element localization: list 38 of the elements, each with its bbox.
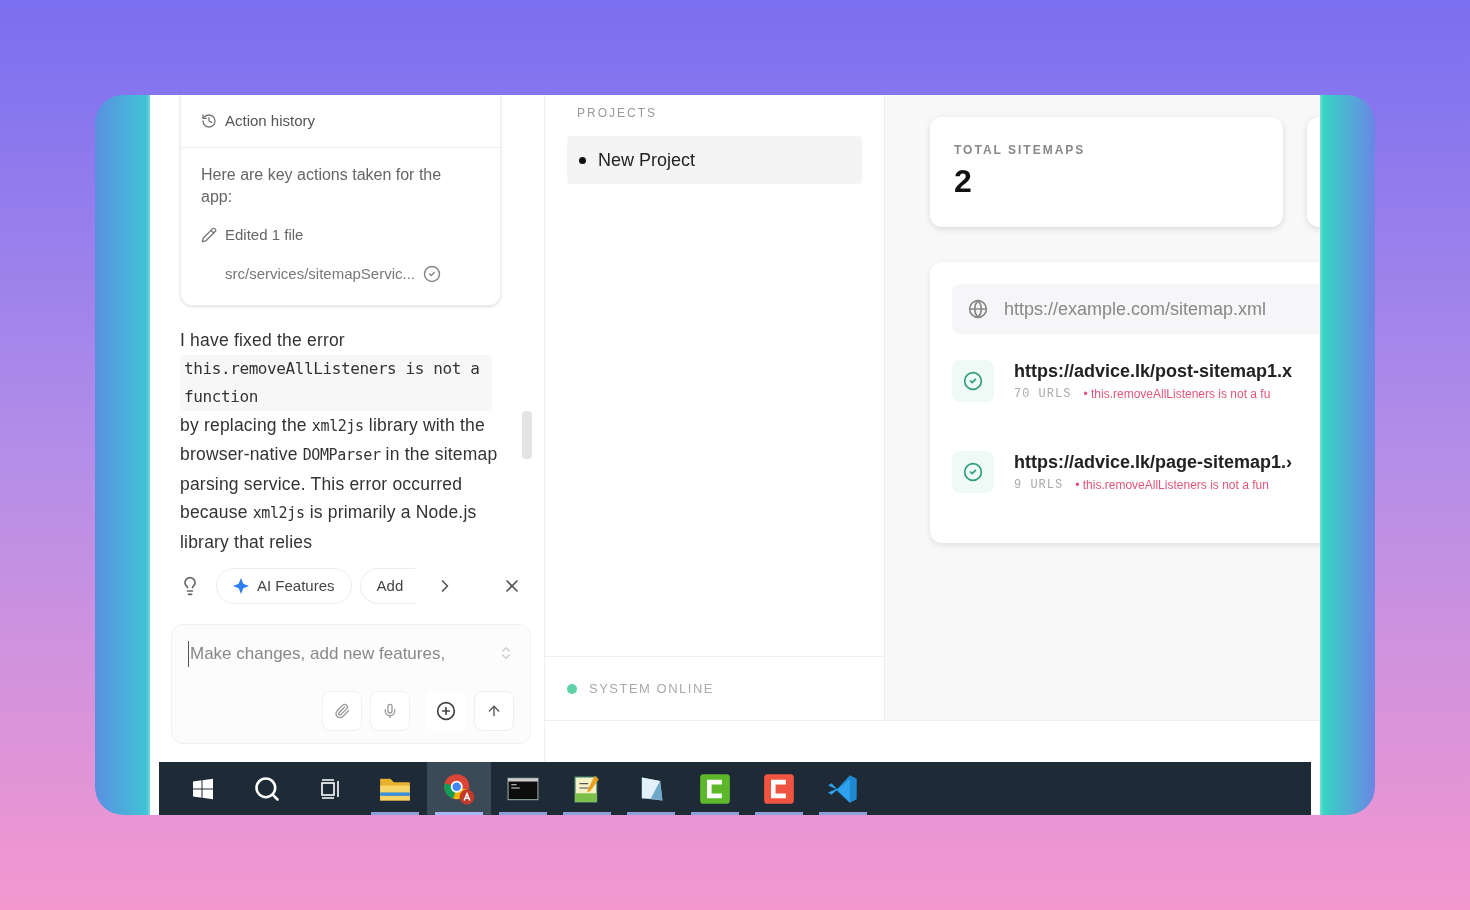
stat-value: 2 xyxy=(954,162,973,201)
paperclip-icon xyxy=(334,703,350,719)
url-count: 70 URLS xyxy=(1014,386,1072,403)
browser-icon xyxy=(443,772,475,805)
check-circle-icon xyxy=(963,370,983,391)
url-input[interactable]: https://example.com/sitemap.xml xyxy=(1004,295,1320,323)
edit-summary: Edited 1 file xyxy=(225,225,304,245)
pencil-icon xyxy=(201,227,217,244)
sitemap-url[interactable]: https://advice.lk/page-sitemap1.› xyxy=(1014,449,1293,476)
stat-label: TOTAL SITEMAPS xyxy=(954,142,1087,159)
project-item[interactable]: New Project xyxy=(567,136,862,184)
video-editor-icon xyxy=(763,772,795,805)
url-field[interactable]: https://example.com/sitemap.xml xyxy=(952,284,1320,334)
card-title: Action history xyxy=(225,110,316,131)
send-button[interactable] xyxy=(474,691,514,731)
globe-icon xyxy=(968,299,988,319)
search-icon xyxy=(253,774,281,803)
section-heading: PROJECTS xyxy=(577,105,658,122)
microphone-icon xyxy=(382,703,398,719)
url-count: 9 URLS xyxy=(1014,477,1064,494)
sparkle-icon xyxy=(233,578,249,594)
windows-icon xyxy=(191,776,215,801)
sitemap-url[interactable]: https://advice.lk/post-sitemap1.x xyxy=(1014,358,1293,385)
error-message: • this.removeAllListeners is not a fu xyxy=(1083,386,1271,403)
card-description: Here are key actions taken for the app: xyxy=(201,165,443,207)
bullet-icon xyxy=(579,156,586,164)
status-label: SYSTEM ONLINE xyxy=(589,679,714,698)
history-icon xyxy=(201,113,217,129)
plus-circle-icon xyxy=(436,701,456,721)
error-message: • this.removeAllListeners is not a fun xyxy=(1075,477,1269,494)
screen-recorder-icon xyxy=(699,772,731,805)
file-path: src/services/sitemapServic... xyxy=(225,263,416,284)
message-composer[interactable]: Make changes, add new features, xyxy=(171,624,531,744)
scrollbar-thumb[interactable] xyxy=(522,411,532,459)
message-input[interactable]: Make changes, add new features, xyxy=(188,641,498,667)
assistant-message: I have fixed the error this.removeAllListeners is not a function by replacing the xml2js library with the browser-native DOMParser in the sitemap parsing service. This error occurred because xml2js is primarily a Node.js library that relies xyxy=(180,329,499,554)
attach-button[interactable] xyxy=(322,691,362,731)
check-circle-icon xyxy=(963,461,983,482)
